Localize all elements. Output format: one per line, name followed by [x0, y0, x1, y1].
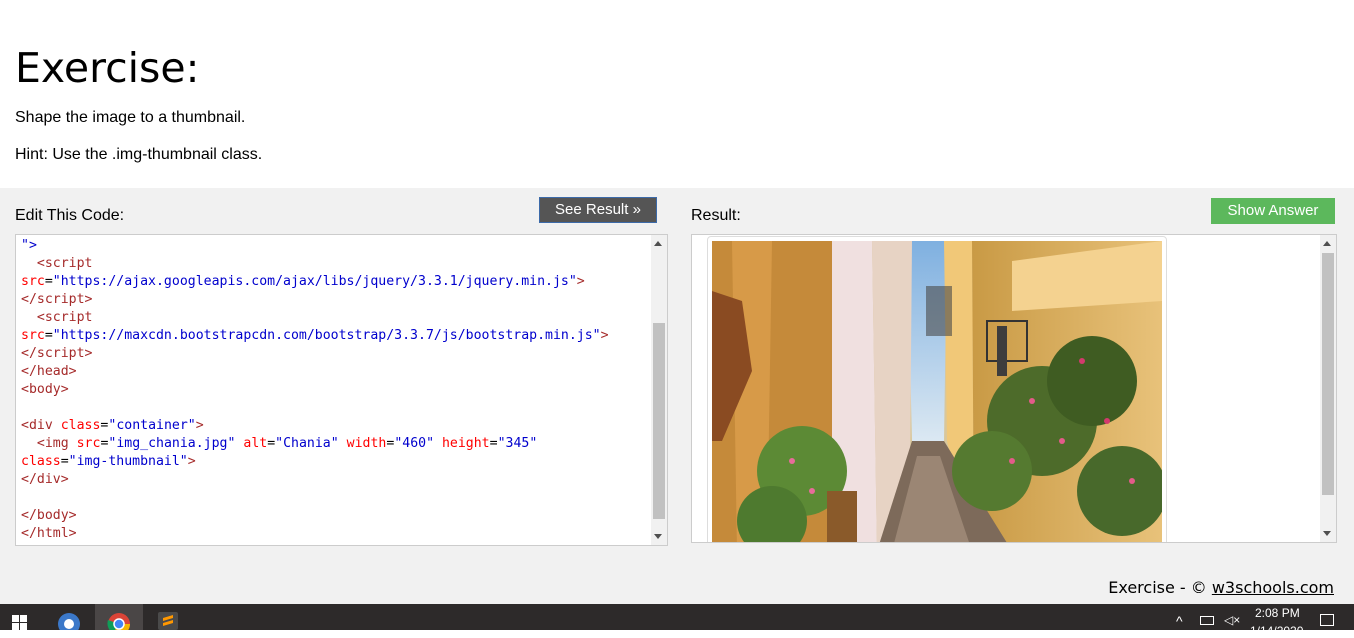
exercise-title: Exercise: — [15, 44, 200, 92]
result-scroll-thumb[interactable] — [1322, 253, 1334, 495]
network-icon[interactable] — [1200, 616, 1214, 625]
result-scrollbar[interactable] — [1320, 235, 1336, 542]
scroll-up-arrow-icon[interactable] — [1323, 241, 1331, 246]
code-editor[interactable]: "> <script src="https://ajax.googleapis.… — [15, 234, 668, 546]
footer-text: Exercise - © — [1108, 578, 1212, 597]
result-label: Result: — [691, 207, 741, 224]
see-result-button[interactable]: See Result » — [539, 197, 657, 223]
footer: Exercise - © w3schools.com — [1108, 578, 1334, 597]
windows-start-icon[interactable] — [0, 604, 38, 630]
volume-muted-icon[interactable]: ◁× — [1224, 613, 1240, 627]
show-answer-button[interactable]: Show Answer — [1211, 198, 1335, 224]
thumbnail-image — [707, 236, 1167, 542]
exercise-panel: Edit This Code: See Result » Result: Sho… — [0, 188, 1354, 604]
code-text[interactable]: "> <script src="https://ajax.googleapis.… — [21, 237, 609, 543]
edit-code-label: Edit This Code: — [15, 207, 125, 224]
sublime-text-icon[interactable] — [155, 604, 181, 630]
exercise-hint: Hint: Use the .img-thumbnail class. — [15, 146, 263, 163]
chevron-up-icon[interactable]: ^ — [1176, 613, 1183, 629]
result-frame — [691, 234, 1337, 543]
scroll-down-arrow-icon[interactable] — [654, 534, 662, 539]
scroll-up-arrow-icon[interactable] — [654, 241, 662, 246]
scroll-down-arrow-icon[interactable] — [1323, 531, 1331, 536]
editor-scrollbar[interactable] — [651, 235, 667, 545]
notification-icon[interactable] — [1320, 614, 1334, 626]
exercise-header: Exercise: Shape the image to a thumbnail… — [0, 0, 1354, 188]
editor-scroll-thumb[interactable] — [653, 323, 665, 519]
exercise-instruction: Shape the image to a thumbnail. — [15, 109, 246, 126]
taskbar: ^ ◁× 2:08 PM 1/14/2020 — [0, 604, 1354, 638]
w3schools-link[interactable]: w3schools.com — [1212, 578, 1334, 597]
chrome-active-icon[interactable] — [95, 604, 143, 635]
chrome-icon[interactable] — [46, 604, 92, 635]
clock-time[interactable]: 2:08 PM — [1255, 606, 1300, 620]
clock-date[interactable]: 1/14/2020 — [1250, 624, 1303, 638]
chania-photo — [712, 241, 1162, 542]
